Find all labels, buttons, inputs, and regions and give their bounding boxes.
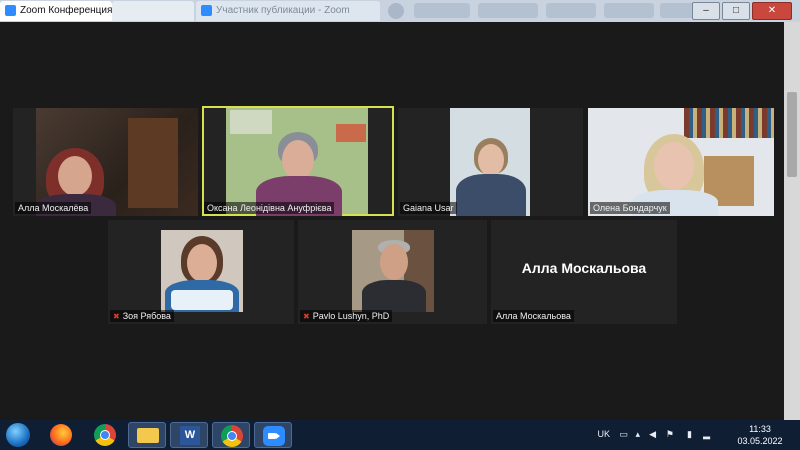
chrome-icon — [221, 425, 243, 447]
zoom-icon — [5, 4, 16, 16]
video-tile[interactable]: Gaiana Usar — [398, 108, 583, 216]
taskbar-zoom[interactable] — [254, 422, 292, 448]
tab2-title: Участник публикации - Zoom — [216, 5, 350, 16]
language-indicator[interactable]: UK — [597, 429, 610, 439]
clock-time: 11:33 — [749, 424, 771, 434]
scrollbar[interactable] — [784, 22, 800, 420]
explorer-icon — [137, 428, 159, 443]
tab-blurred[interactable] — [604, 3, 654, 18]
video-tile[interactable]: ✖ Pavlo Lushyn, PhD — [298, 220, 487, 324]
participant-name: Олена Бондарчук — [590, 202, 670, 214]
participant-name: Оксана Леонідівна Ануфрієва — [204, 202, 335, 214]
tab-blurred[interactable] — [112, 1, 194, 21]
network-icon[interactable]: ▂ — [703, 429, 710, 440]
volume-icon[interactable]: ◀ — [649, 429, 656, 440]
zoom-icon — [263, 426, 285, 446]
participant-name: Gaiana Usar — [400, 202, 457, 214]
tab-blurred[interactable] — [546, 3, 596, 18]
video-feed — [161, 230, 243, 312]
taskbar-chrome[interactable] — [86, 422, 124, 448]
flag-icon[interactable]: ⚑ — [666, 429, 674, 440]
tab-participant[interactable]: Участник публикации - Zoom — [196, 1, 380, 21]
video-tile-camera-off[interactable]: Алла Москальова Алла Москальова — [491, 220, 677, 324]
clock-date: 03.05.2022 — [737, 436, 783, 446]
video-tile[interactable]: ✖ Зоя Рябова — [108, 220, 294, 324]
mic-muted-icon: ✖ — [303, 312, 310, 321]
taskbar-firefox[interactable] — [42, 422, 80, 448]
video-feed — [588, 108, 774, 216]
video-tile-active-speaker[interactable]: Оксана Леонідівна Ануфрієва — [202, 106, 394, 216]
firefox-icon — [50, 424, 72, 446]
window-controls: – □ ✕ — [690, 0, 792, 20]
scrollbar-thumb[interactable] — [787, 92, 797, 177]
video-tile[interactable]: Олена Бондарчук — [588, 108, 774, 216]
taskbar-chrome[interactable] — [212, 422, 250, 448]
battery-icon[interactable]: ▮ — [687, 429, 692, 440]
zoom-icon — [201, 4, 212, 16]
maximize-button[interactable]: □ — [722, 2, 750, 20]
word-icon: W — [180, 426, 200, 445]
notifications-icon[interactable]: ▴ — [635, 429, 640, 440]
tab-blurred[interactable] — [478, 3, 538, 18]
participant-name: ✖ Pavlo Lushyn, PhD — [300, 310, 393, 322]
clock[interactable]: 11:33 03.05.2022 — [730, 423, 790, 447]
participant-name: ✖ Зоя Рябова — [110, 310, 174, 322]
close-button[interactable]: ✕ — [752, 2, 792, 20]
taskbar-word[interactable]: W — [170, 422, 208, 448]
tab-strip: Zoom Конференция Участник публикации - Z… — [0, 0, 800, 22]
taskbar: W UK ▭ ▴ ◀ ⚑ ▮ ▂ 11:33 03.05.2022 — [0, 420, 800, 450]
new-tab-button[interactable] — [388, 3, 404, 19]
screen: Zoom Конференция Участник публикации - Z… — [0, 0, 800, 450]
chrome-icon — [94, 424, 116, 446]
zoom-gallery: Алла Москалёва Оксана Леонідівна Ануфріє… — [0, 22, 784, 420]
participant-name: Алла Москальова — [493, 310, 574, 322]
participant-name: Алла Москалёва — [15, 202, 92, 214]
mic-muted-icon: ✖ — [113, 312, 120, 321]
video-feed — [36, 108, 198, 216]
participant-display-name: Алла Москальова — [521, 260, 647, 276]
video-feed — [226, 108, 368, 216]
tab-title: Zoom Конференция — [20, 5, 112, 16]
video-feed — [450, 108, 530, 216]
minimize-button[interactable]: – — [692, 2, 720, 20]
taskbar-explorer[interactable] — [128, 422, 166, 448]
tab-zoom-conference[interactable]: Zoom Конференция — [0, 1, 112, 21]
keyboard-icon[interactable]: ▭ — [619, 429, 628, 440]
start-button[interactable] — [6, 423, 30, 447]
video-feed — [352, 230, 434, 312]
video-tile[interactable]: Алла Москалёва — [13, 108, 198, 216]
tab-blurred[interactable] — [414, 3, 470, 18]
